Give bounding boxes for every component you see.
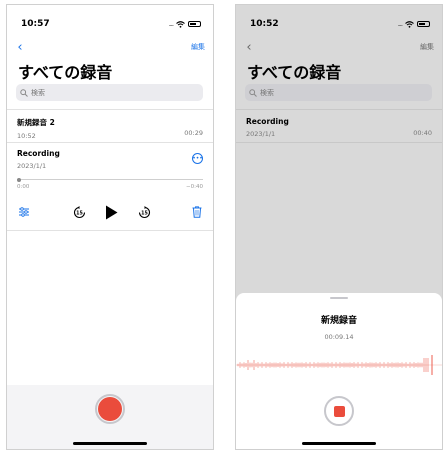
signal-icon: .....: [168, 20, 173, 28]
page-title: すべての録音: [18, 63, 113, 82]
recording-name: Recording: [17, 149, 60, 158]
recording-name: 新規録音 2: [17, 118, 55, 127]
recording-name: Recording: [246, 117, 289, 126]
recording-sheet: 新規録音 00:09.14: [236, 293, 442, 449]
search-bar[interactable]: [245, 84, 432, 101]
recording-row-expanded[interactable]: Recording 2023/1/1 •••: [17, 149, 203, 170]
recording-title: 新規録音: [320, 316, 357, 326]
nav-bar: ‹ 編集: [242, 39, 434, 55]
edit-button[interactable]: 編集: [420, 42, 434, 52]
status-time: 10:52: [250, 19, 279, 29]
record-icon: [98, 397, 122, 421]
battery-icon: [188, 21, 201, 27]
playback-controls: 15 15: [17, 204, 203, 222]
back-chevron-icon[interactable]: ‹: [242, 40, 256, 55]
signal-icon: .....: [397, 20, 402, 28]
battery-icon: [417, 21, 430, 27]
skip-forward-label: 15: [141, 210, 148, 216]
remaining-time: −0:40: [186, 184, 203, 190]
record-toolbar: [7, 385, 213, 449]
recording-duration: 00:40: [413, 129, 432, 137]
wifi-icon: [176, 20, 185, 28]
skip-back-icon[interactable]: 15: [72, 204, 86, 220]
playback-scrubber[interactable]: [17, 177, 203, 182]
recording-row[interactable]: 新規録音 2 10:52 00:29: [17, 117, 203, 140]
search-icon: [20, 88, 28, 97]
more-options-icon[interactable]: •••: [192, 153, 203, 164]
options-sliders-icon[interactable]: [17, 204, 31, 220]
sheet-grabber[interactable]: [330, 297, 348, 299]
divider: [236, 109, 442, 110]
recording-date: 2023/1/1: [246, 130, 276, 138]
wifi-icon: [405, 20, 414, 28]
page-title: すべての録音: [247, 63, 342, 82]
stop-icon: [333, 405, 345, 417]
recording-elapsed: 00:09.14: [324, 333, 354, 341]
voice-memos-recording-screen: 10:52 ..... ‹ 編集 すべての録音 Recording 2023/1…: [235, 4, 443, 450]
recording-duration: 00:29: [184, 129, 203, 137]
status-bar: 10:52 .....: [250, 17, 430, 31]
home-indicator: [302, 442, 376, 445]
nav-bar: ‹ 編集: [13, 39, 205, 55]
status-time: 10:57: [21, 19, 50, 29]
search-input[interactable]: [31, 88, 181, 97]
elapsed-time: 0:00: [17, 184, 30, 190]
trash-icon[interactable]: [191, 204, 203, 220]
recording-date: 10:52: [17, 132, 36, 140]
waveform: [236, 355, 442, 375]
search-input[interactable]: [260, 88, 410, 97]
voice-memos-list-screen: 10:57 ..... ‹ 編集 すべての録音 新規録音 2 10:52 00:…: [6, 4, 214, 450]
skip-forward-icon[interactable]: 15: [137, 204, 151, 220]
divider: [7, 142, 213, 143]
recording-date: 2023/1/1: [17, 162, 47, 170]
play-icon[interactable]: [103, 204, 119, 220]
recording-row[interactable]: Recording 2023/1/1 00:40: [246, 117, 432, 138]
record-button[interactable]: [95, 394, 125, 424]
scrubber-knob[interactable]: [17, 177, 21, 182]
search-icon: [249, 88, 257, 97]
skip-back-label: 15: [76, 210, 83, 216]
search-bar[interactable]: [16, 84, 203, 101]
stop-button[interactable]: [324, 396, 354, 426]
home-indicator: [73, 442, 147, 445]
back-chevron-icon[interactable]: ‹: [13, 40, 27, 55]
divider: [7, 109, 213, 110]
divider: [7, 230, 213, 231]
edit-button[interactable]: 編集: [191, 42, 205, 52]
status-bar: 10:57 .....: [21, 17, 201, 31]
divider: [236, 142, 442, 143]
